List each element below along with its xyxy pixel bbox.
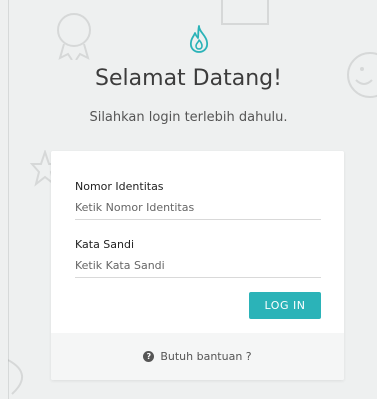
identity-input[interactable]	[75, 199, 321, 220]
login-card: Nomor Identitas Kata Sandi LOG IN ? Butu…	[51, 151, 344, 380]
page-title: Selamat Datang!	[95, 66, 282, 91]
flame-icon	[189, 25, 209, 53]
question-circle-icon: ?	[143, 351, 155, 362]
help-link[interactable]: ? Butuh bantuan ?	[51, 333, 344, 380]
login-button[interactable]: LOG IN	[249, 292, 321, 319]
help-text: Butuh bantuan ?	[160, 350, 252, 363]
password-field-group: Kata Sandi	[75, 237, 321, 278]
identity-label: Nomor Identitas	[75, 180, 164, 193]
password-input[interactable]	[75, 257, 321, 278]
page-subtitle: Silahkan login terlebih dahulu.	[89, 110, 288, 125]
password-label: Kata Sandi	[75, 238, 135, 251]
identity-field-group: Nomor Identitas	[75, 179, 321, 220]
